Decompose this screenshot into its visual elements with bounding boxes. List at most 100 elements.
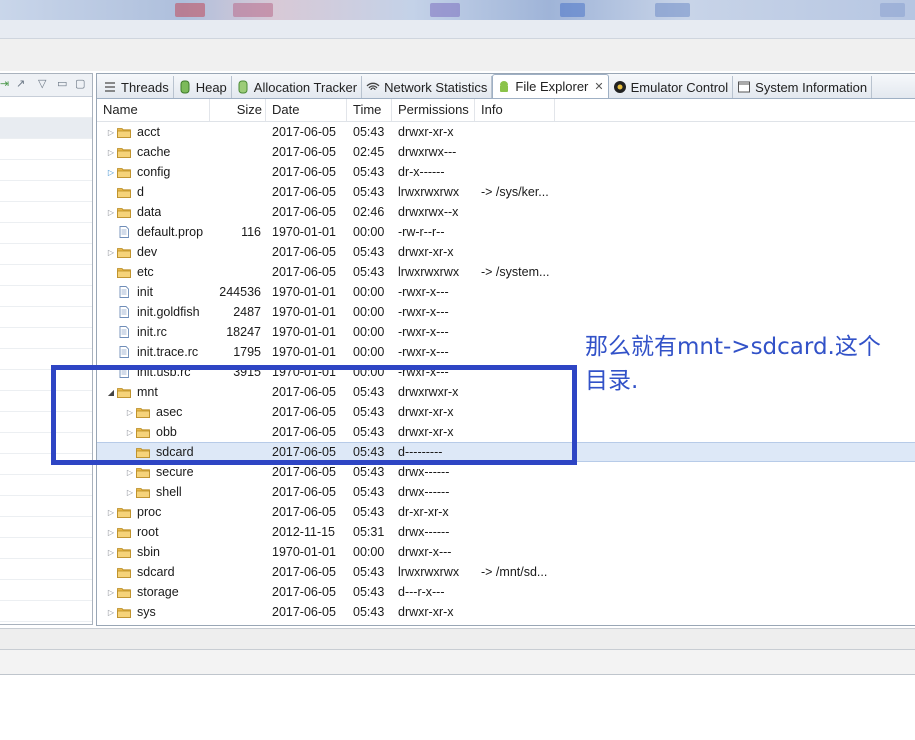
device-row[interactable] bbox=[0, 118, 92, 139]
file-row[interactable]: sdcard 2017-06-05 05:43 d--------- bbox=[97, 442, 915, 462]
expand-arrow-icon[interactable]: ▷ bbox=[124, 428, 136, 437]
file-row[interactable]: ▷ asec 2017-06-05 05:43 drwxr-xr-x bbox=[97, 402, 915, 422]
device-row[interactable] bbox=[0, 349, 92, 370]
maximize-icon[interactable]: ▢ bbox=[75, 77, 85, 90]
device-row[interactable] bbox=[0, 244, 92, 265]
tab-file-explorer[interactable]: File Explorer ✕ bbox=[492, 74, 609, 98]
file-row[interactable]: ▷ cache 2017-06-05 02:45 drwxrwx--- bbox=[97, 142, 915, 162]
expand-arrow-icon[interactable]: ▷ bbox=[105, 608, 117, 617]
device-row[interactable] bbox=[0, 307, 92, 328]
view-menu-icon[interactable]: ▽ bbox=[38, 77, 46, 90]
device-row[interactable] bbox=[0, 496, 92, 517]
tab-bar: Threads Heap Allocation Tracker Network Sta… bbox=[97, 74, 915, 99]
file-row[interactable]: ▷ obb 2017-06-05 05:43 drwxr-xr-x bbox=[97, 422, 915, 442]
file-time: 05:43 bbox=[353, 245, 385, 259]
column-date[interactable]: Date bbox=[266, 99, 347, 121]
device-row[interactable] bbox=[0, 370, 92, 391]
expand-arrow-icon[interactable]: ▷ bbox=[105, 248, 117, 257]
tab-system-information[interactable]: System Information bbox=[733, 76, 873, 98]
file-table-header: Name Size Date Time Permissions Info bbox=[97, 99, 915, 122]
file-row[interactable]: ▷ storage 2017-06-05 05:43 d---r-x--- bbox=[97, 582, 915, 602]
file-row[interactable]: ▷ acct 2017-06-05 05:43 drwxr-xr-x bbox=[97, 122, 915, 142]
file-date: 2017-06-05 bbox=[272, 485, 336, 499]
file-row[interactable]: sdcard 2017-06-05 05:43 lrwxrwxrwx -> /mnt/s… bbox=[97, 562, 915, 582]
expand-arrow-icon[interactable]: ▷ bbox=[124, 408, 136, 417]
file-row[interactable]: init.goldfish 2487 1970-01-01 00:00 -rwxr-x-… bbox=[97, 302, 915, 322]
file-name: default.prop bbox=[137, 225, 204, 239]
file-row[interactable]: ▷ proc 2017-06-05 05:43 dr-xr-xr-x bbox=[97, 502, 915, 522]
file-name: acct bbox=[137, 125, 160, 139]
expand-arrow-icon[interactable]: ▷ bbox=[105, 588, 117, 597]
file-row[interactable]: ▷ dev 2017-06-05 05:43 drwxr-xr-x bbox=[97, 242, 915, 262]
device-row[interactable] bbox=[0, 202, 92, 223]
tab-allocation-tracker[interactable]: Allocation Tracker bbox=[232, 76, 363, 98]
device-row[interactable] bbox=[0, 160, 92, 181]
column-info[interactable]: Info bbox=[475, 99, 555, 121]
device-row[interactable] bbox=[0, 454, 92, 475]
toolbar-band bbox=[0, 20, 915, 39]
link-icon[interactable]: ↗ bbox=[16, 77, 25, 90]
expand-arrow-icon[interactable]: ▷ bbox=[105, 508, 117, 517]
tab-emulator-control[interactable]: Emulator Control bbox=[609, 76, 734, 98]
file-name: init.goldfish bbox=[137, 305, 200, 319]
device-row[interactable] bbox=[0, 181, 92, 202]
collapse-arrow-icon[interactable]: ◢ bbox=[105, 388, 117, 397]
device-row[interactable] bbox=[0, 139, 92, 160]
column-name[interactable]: Name bbox=[97, 99, 210, 121]
file-name: root bbox=[137, 525, 159, 539]
file-row[interactable]: init 244536 1970-01-01 00:00 -rwxr-x--- bbox=[97, 282, 915, 302]
tab-threads[interactable]: Threads bbox=[99, 76, 174, 98]
file-row[interactable]: ▷ sbin 1970-01-01 00:00 drwxr-x--- bbox=[97, 542, 915, 562]
column-time[interactable]: Time bbox=[347, 99, 392, 121]
expand-arrow-icon[interactable]: ▷ bbox=[105, 148, 117, 157]
expand-arrow-icon[interactable]: ▷ bbox=[124, 488, 136, 497]
expand-arrow-icon[interactable]: ▷ bbox=[105, 548, 117, 557]
device-row[interactable] bbox=[0, 538, 92, 559]
file-row[interactable]: ▷ secure 2017-06-05 05:43 drwx------ bbox=[97, 462, 915, 482]
file-permissions: drwx------ bbox=[398, 525, 450, 539]
device-row[interactable] bbox=[0, 559, 92, 580]
device-row[interactable] bbox=[0, 265, 92, 286]
file-permissions: -rwxr-x--- bbox=[398, 365, 449, 379]
file-row[interactable]: ▷ shell 2017-06-05 05:43 drwx------ bbox=[97, 482, 915, 502]
device-row[interactable] bbox=[0, 580, 92, 601]
file-row[interactable]: ▷ config 2017-06-05 05:43 dr-x------ bbox=[97, 162, 915, 182]
tab-network-statistics[interactable]: Network Statistics bbox=[362, 76, 493, 98]
desktop-taskbar-strip bbox=[0, 0, 915, 20]
file-permissions: drwxr-xr-x bbox=[398, 245, 454, 259]
file-name: cache bbox=[137, 145, 171, 159]
close-tab-icon[interactable]: ✕ bbox=[594, 80, 603, 93]
expand-arrow-icon[interactable]: ▷ bbox=[105, 128, 117, 137]
file-info: -> /system... bbox=[481, 265, 550, 279]
device-row[interactable] bbox=[0, 601, 92, 622]
expand-arrow-icon[interactable]: ▷ bbox=[105, 528, 117, 537]
file-time: 00:00 bbox=[353, 345, 385, 359]
device-row[interactable] bbox=[0, 517, 92, 538]
minimize-icon[interactable]: ▭ bbox=[57, 77, 67, 90]
tab-heap[interactable]: Heap bbox=[174, 76, 232, 98]
file-time: 05:43 bbox=[353, 485, 385, 499]
file-row[interactable]: ▷ data 2017-06-05 02:46 drwxrwx--x bbox=[97, 202, 915, 222]
file-date: 2012-11-15 bbox=[272, 525, 336, 539]
device-row[interactable] bbox=[0, 475, 92, 496]
devices-panel: ⇥ ↗ ▽ ▭ ▢ bbox=[0, 73, 93, 625]
file-row[interactable]: ▷ root 2012-11-15 05:31 drwx------ bbox=[97, 522, 915, 542]
file-time: 05:43 bbox=[353, 505, 385, 519]
column-size[interactable]: Size bbox=[210, 99, 266, 121]
device-row[interactable] bbox=[0, 391, 92, 412]
file-row[interactable]: d 2017-06-05 05:43 lrwxrwxrwx -> /sys/ker... bbox=[97, 182, 915, 202]
device-row[interactable] bbox=[0, 328, 92, 349]
file-row[interactable]: ▷ sys 2017-06-05 05:43 drwxr-xr-x bbox=[97, 602, 915, 622]
device-row[interactable] bbox=[0, 433, 92, 454]
expand-arrow-icon[interactable]: ▷ bbox=[124, 468, 136, 477]
device-row[interactable] bbox=[0, 412, 92, 433]
expand-arrow-icon[interactable]: ▷ bbox=[105, 208, 117, 217]
device-row[interactable] bbox=[0, 286, 92, 307]
file-row[interactable]: etc 2017-06-05 05:43 lrwxrwxrwx -> /system..… bbox=[97, 262, 915, 282]
device-row[interactable] bbox=[0, 97, 92, 118]
expand-arrow-icon[interactable]: ▷ bbox=[105, 168, 117, 177]
debug-icon[interactable]: ⇥ bbox=[0, 77, 9, 90]
file-row[interactable]: default.prop 116 1970-01-01 00:00 -rw-r--r-- bbox=[97, 222, 915, 242]
column-permissions[interactable]: Permissions bbox=[392, 99, 475, 121]
device-row[interactable] bbox=[0, 223, 92, 244]
